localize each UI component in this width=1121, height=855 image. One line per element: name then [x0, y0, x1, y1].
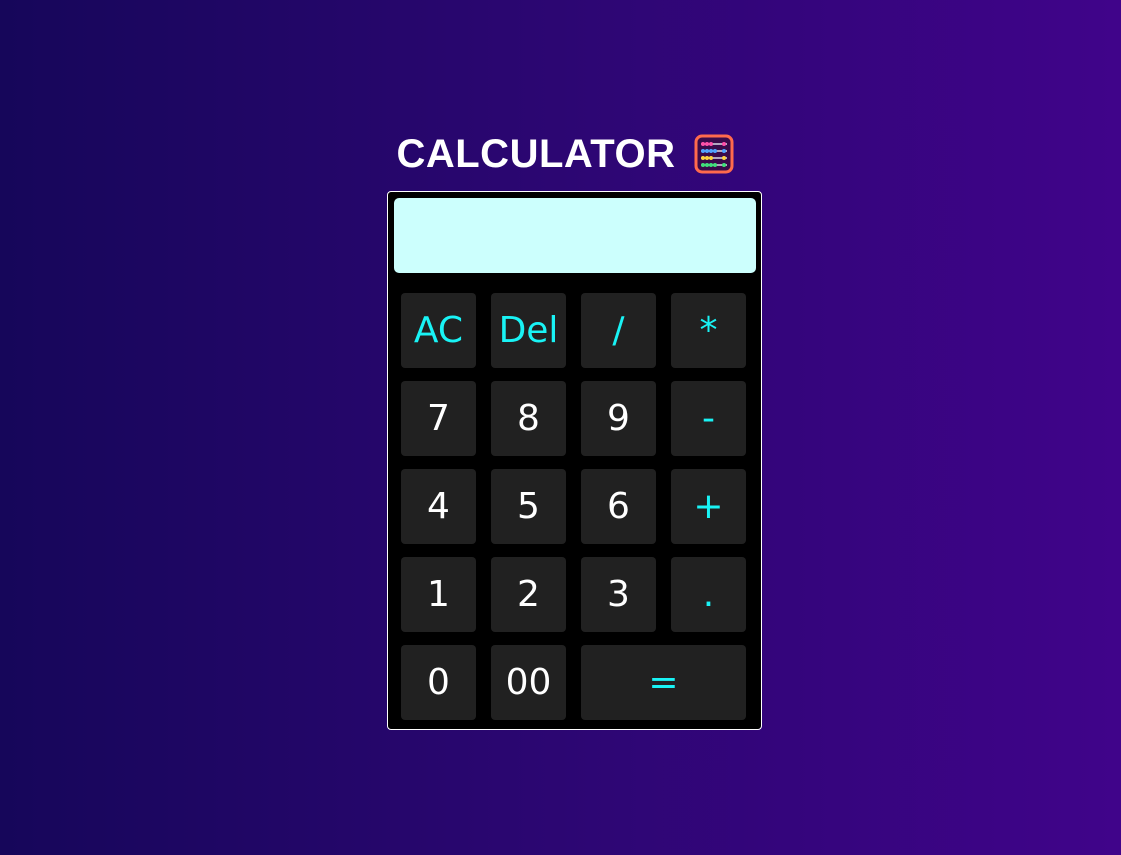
digit-4-button[interactable]: 4: [401, 469, 476, 544]
title-row: CALCULATOR: [0, 130, 1121, 178]
display-input[interactable]: [394, 198, 756, 273]
delete-button[interactable]: Del: [491, 293, 566, 368]
double-zero-button[interactable]: 00: [491, 645, 566, 720]
abacus-icon: [694, 134, 734, 174]
calculator-body: AC Del / * 7 8 9 - 4 5 6 + 1 2 3 . 0 00 …: [387, 191, 762, 730]
digit-3-button[interactable]: 3: [581, 557, 656, 632]
digit-7-button[interactable]: 7: [401, 381, 476, 456]
keypad: AC Del / * 7 8 9 - 4 5 6 + 1 2 3 . 0 00 …: [401, 293, 746, 720]
add-button[interactable]: +: [671, 469, 746, 544]
digit-8-button[interactable]: 8: [491, 381, 566, 456]
digit-5-button[interactable]: 5: [491, 469, 566, 544]
digit-9-button[interactable]: 9: [581, 381, 656, 456]
digit-2-button[interactable]: 2: [491, 557, 566, 632]
digit-6-button[interactable]: 6: [581, 469, 656, 544]
subtract-button[interactable]: -: [671, 381, 746, 456]
divide-button[interactable]: /: [581, 293, 656, 368]
digit-0-button[interactable]: 0: [401, 645, 476, 720]
all-clear-button[interactable]: AC: [401, 293, 476, 368]
decimal-button[interactable]: .: [671, 557, 746, 632]
equals-button[interactable]: =: [581, 645, 746, 720]
multiply-button[interactable]: *: [671, 293, 746, 368]
digit-1-button[interactable]: 1: [401, 557, 476, 632]
page-title: CALCULATOR: [396, 132, 676, 176]
